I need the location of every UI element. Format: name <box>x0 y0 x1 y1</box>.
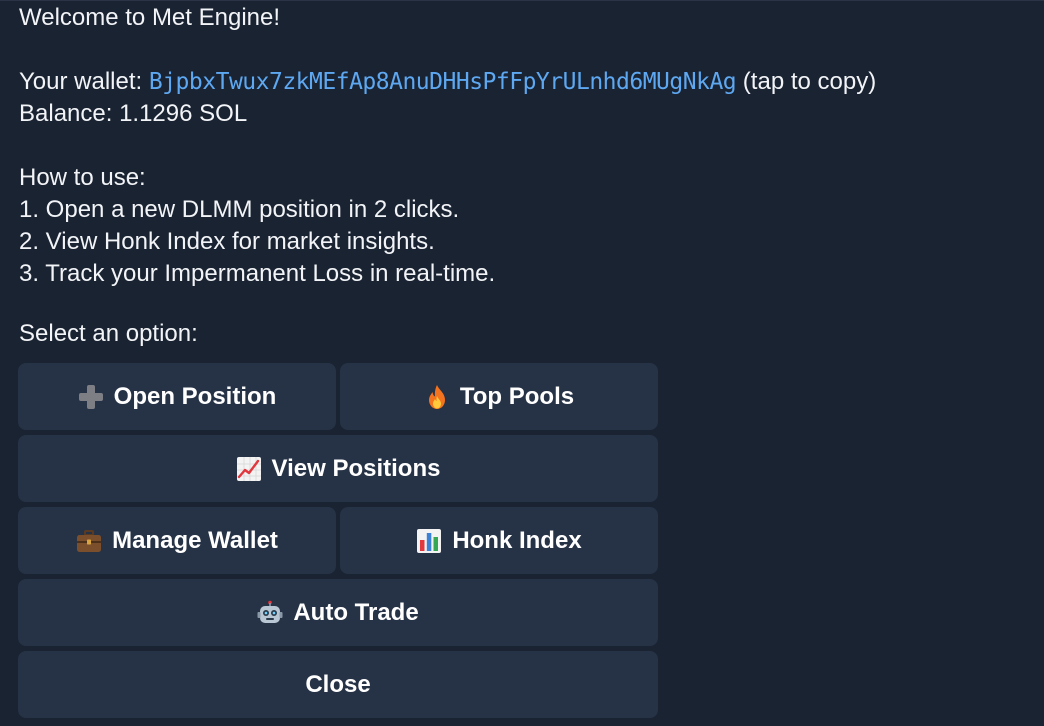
view-positions-button[interactable]: View Positions <box>18 435 658 502</box>
wallet-address-link[interactable]: BjpbxTwux7zkMEfAp8AnuDHHsPfFpYrULnhd6MUg… <box>149 69 737 95</box>
honk-index-label: Honk Index <box>452 526 582 554</box>
view-positions-label: View Positions <box>271 454 441 482</box>
chart-increasing-icon <box>236 456 262 482</box>
top-pools-button[interactable]: Top Pools <box>340 363 658 430</box>
bot-message: Welcome to Met Engine! Your wallet: Bjpb… <box>0 0 1044 726</box>
howto-step-1: 1. Open a new DLMM position in 2 clicks. <box>19 196 460 223</box>
howto-step-3: 3. Track your Impermanent Loss in real-t… <box>19 260 496 287</box>
briefcase-icon <box>76 528 102 554</box>
wallet-label: Your wallet: <box>19 68 149 95</box>
welcome-text: Welcome to Met Engine! <box>19 4 281 31</box>
open-position-button[interactable]: Open Position <box>18 363 336 430</box>
balance-text: Balance: 1.1296 SOL <box>19 100 248 127</box>
howto-title: How to use: <box>19 164 146 191</box>
manage-wallet-label: Manage Wallet <box>112 526 278 554</box>
top-pools-label: Top Pools <box>459 382 575 410</box>
plus-icon <box>78 384 104 410</box>
fire-icon <box>424 384 450 410</box>
open-position-label: Open Position <box>113 382 277 410</box>
auto-trade-button[interactable]: Auto Trade <box>18 579 658 646</box>
robot-icon <box>257 600 283 626</box>
select-prompt: Select an option: <box>19 320 198 347</box>
close-button[interactable]: Close <box>18 651 658 718</box>
close-label: Close <box>305 670 371 698</box>
manage-wallet-button[interactable]: Manage Wallet <box>18 507 336 574</box>
wallet-line: Your wallet: BjpbxTwux7zkMEfAp8AnuDHHsPf… <box>19 66 876 98</box>
howto-step-2: 2. View Honk Index for market insights. <box>19 228 435 255</box>
wallet-copy-hint: (tap to copy) <box>736 68 877 95</box>
auto-trade-label: Auto Trade <box>293 598 419 626</box>
bar-chart-icon <box>416 528 442 554</box>
honk-index-button[interactable]: Honk Index <box>340 507 658 574</box>
